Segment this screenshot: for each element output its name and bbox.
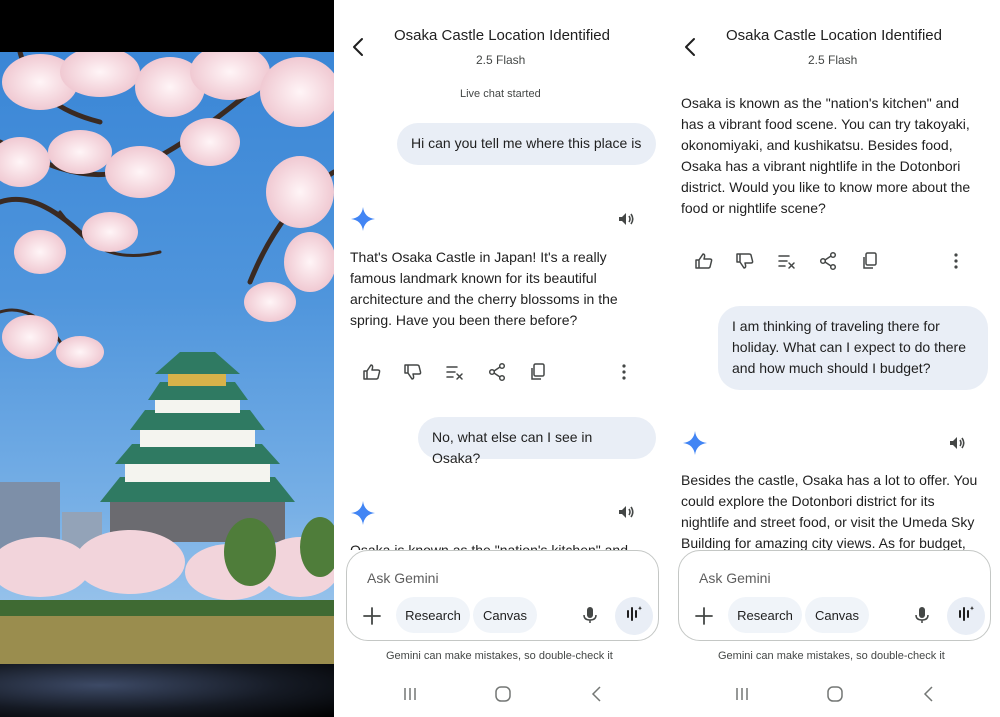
live-audio-icon: [624, 604, 644, 629]
arrow-left-icon[interactable]: [680, 36, 702, 58]
thumbs-up-icon[interactable]: [362, 362, 382, 382]
canvas-button[interactable]: Canvas: [473, 597, 537, 633]
response-actions: [362, 362, 632, 384]
recent-apps-icon[interactable]: [732, 684, 752, 704]
thumbs-down-icon[interactable]: [735, 251, 755, 271]
speaker-icon[interactable]: [616, 502, 636, 522]
back-nav-icon[interactable]: [919, 684, 939, 704]
live-audio-button[interactable]: [947, 597, 985, 635]
response-line: district. Would you like to know more ab…: [681, 179, 971, 195]
model-label[interactable]: 2.5 Flash: [808, 53, 857, 67]
partial-response: Osaka is known as the "nation's kitchen"…: [350, 538, 660, 550]
share-icon[interactable]: [487, 362, 507, 382]
osaka-castle-photo-art: [0, 52, 334, 664]
user-message-line: holiday. What can I expect to do there: [732, 339, 966, 355]
thumbs-down-icon[interactable]: [403, 362, 423, 382]
back-nav-icon[interactable]: [587, 684, 607, 704]
mic-icon[interactable]: [912, 605, 932, 625]
response-line: Osaka is known as the "nation's kitchen"…: [681, 95, 959, 111]
osaka-castle-photo: [0, 52, 334, 664]
model-label[interactable]: 2.5 Flash: [476, 53, 525, 67]
research-button[interactable]: Research: [728, 597, 802, 633]
home-icon[interactable]: [493, 684, 513, 704]
response-line: Besides the castle, Osaka has a lot to o…: [681, 472, 978, 488]
response-line: could explore the Dotonbori district for…: [681, 493, 935, 509]
partial-response: Besides the castle, Osaka has a lot to o…: [681, 470, 996, 550]
live-audio-button[interactable]: [615, 597, 653, 635]
more-vertical-icon[interactable]: [614, 362, 634, 382]
response-line: has a vibrant food scene. You can try ta…: [681, 116, 970, 132]
response-line: spring. Have you been there before?: [350, 312, 578, 328]
model-response: Osaka is known as the "nation's kitchen"…: [681, 93, 996, 219]
live-chat-note: Live chat started: [460, 88, 541, 100]
photo-panel: [0, 0, 334, 717]
photo-bottom-blur: [0, 664, 334, 717]
user-message-line: and how much should I budget?: [732, 360, 931, 376]
user-message: I am thinking of traveling there for hol…: [718, 306, 988, 390]
copy-icon[interactable]: [528, 362, 548, 382]
speaker-icon[interactable]: [616, 209, 636, 229]
disclaimer-text: Gemini can make mistakes, so double-chec…: [386, 650, 613, 662]
response-line: food or nightlife scene?: [681, 200, 826, 216]
ask-gemini-input[interactable]: Ask Gemini: [367, 570, 439, 586]
model-response: That's Osaka Castle in Japan! It's a rea…: [350, 247, 660, 331]
gemini-sparkle-icon: [350, 500, 376, 526]
speaker-icon[interactable]: [947, 433, 967, 453]
more-vertical-icon[interactable]: [946, 251, 966, 271]
response-line: nightlife and street food, or visit the …: [681, 514, 975, 530]
modify-response-icon[interactable]: [777, 251, 797, 271]
response-line: architecture and the cherry blossoms in …: [350, 291, 618, 307]
research-button[interactable]: Research: [396, 597, 470, 633]
model-response: Besides the castle, Osaka has a lot to o…: [681, 470, 996, 550]
recent-apps-icon[interactable]: [400, 684, 420, 704]
ask-gemini-input[interactable]: Ask Gemini: [699, 570, 771, 586]
response-line: famous landmark known for its beautiful: [350, 270, 597, 286]
composer: Ask Gemini Research Canvas: [678, 550, 991, 641]
canvas-button[interactable]: Canvas: [805, 597, 869, 633]
response-line: That's Osaka Castle in Japan! It's a rea…: [350, 249, 607, 265]
response-line: Building for amazing city views. As for …: [681, 535, 966, 550]
home-icon[interactable]: [825, 684, 845, 704]
chat-title: Osaka Castle Location Identified: [394, 27, 610, 44]
arrow-left-icon[interactable]: [348, 36, 370, 58]
plus-icon[interactable]: [693, 605, 715, 627]
thumbs-up-icon[interactable]: [694, 251, 714, 271]
composer: Ask Gemini Research Canvas: [346, 550, 659, 641]
response-line: Osaka has a vibrant nightlife in the Dot…: [681, 158, 961, 174]
disclaimer-text: Gemini can make mistakes, so double-chec…: [718, 650, 945, 662]
response-line: Osaka is known as the "nation's kitchen"…: [350, 542, 628, 550]
modify-response-icon[interactable]: [445, 362, 465, 382]
plus-icon[interactable]: [361, 605, 383, 627]
chat-screen-1: Osaka Castle Location Identified 2.5 Fla…: [334, 0, 670, 717]
user-message: No, what else can I see in Osaka?: [418, 417, 656, 466]
chat-screen-2: Osaka Castle Location Identified 2.5 Fla…: [670, 0, 1000, 717]
user-message-text: No, what else can I see in Osaka?: [432, 429, 593, 466]
gemini-sparkle-icon: [350, 206, 376, 232]
chat-title: Osaka Castle Location Identified: [726, 27, 942, 44]
screenshot-collage: Osaka Castle Location Identified 2.5 Fla…: [0, 0, 1000, 717]
copy-icon[interactable]: [860, 251, 880, 271]
response-line: okonomiyaki, and kushikatsu. Besides foo…: [681, 137, 953, 153]
user-message-line: I am thinking of traveling there for: [732, 318, 940, 334]
share-icon[interactable]: [818, 251, 838, 271]
user-message: Hi can you tell me where this place is: [397, 123, 656, 165]
mic-icon[interactable]: [580, 605, 600, 625]
response-actions: [694, 251, 964, 273]
user-message-text: Hi can you tell me where this place is: [411, 135, 642, 151]
live-audio-icon: [956, 604, 976, 629]
gemini-sparkle-icon: [682, 430, 708, 456]
